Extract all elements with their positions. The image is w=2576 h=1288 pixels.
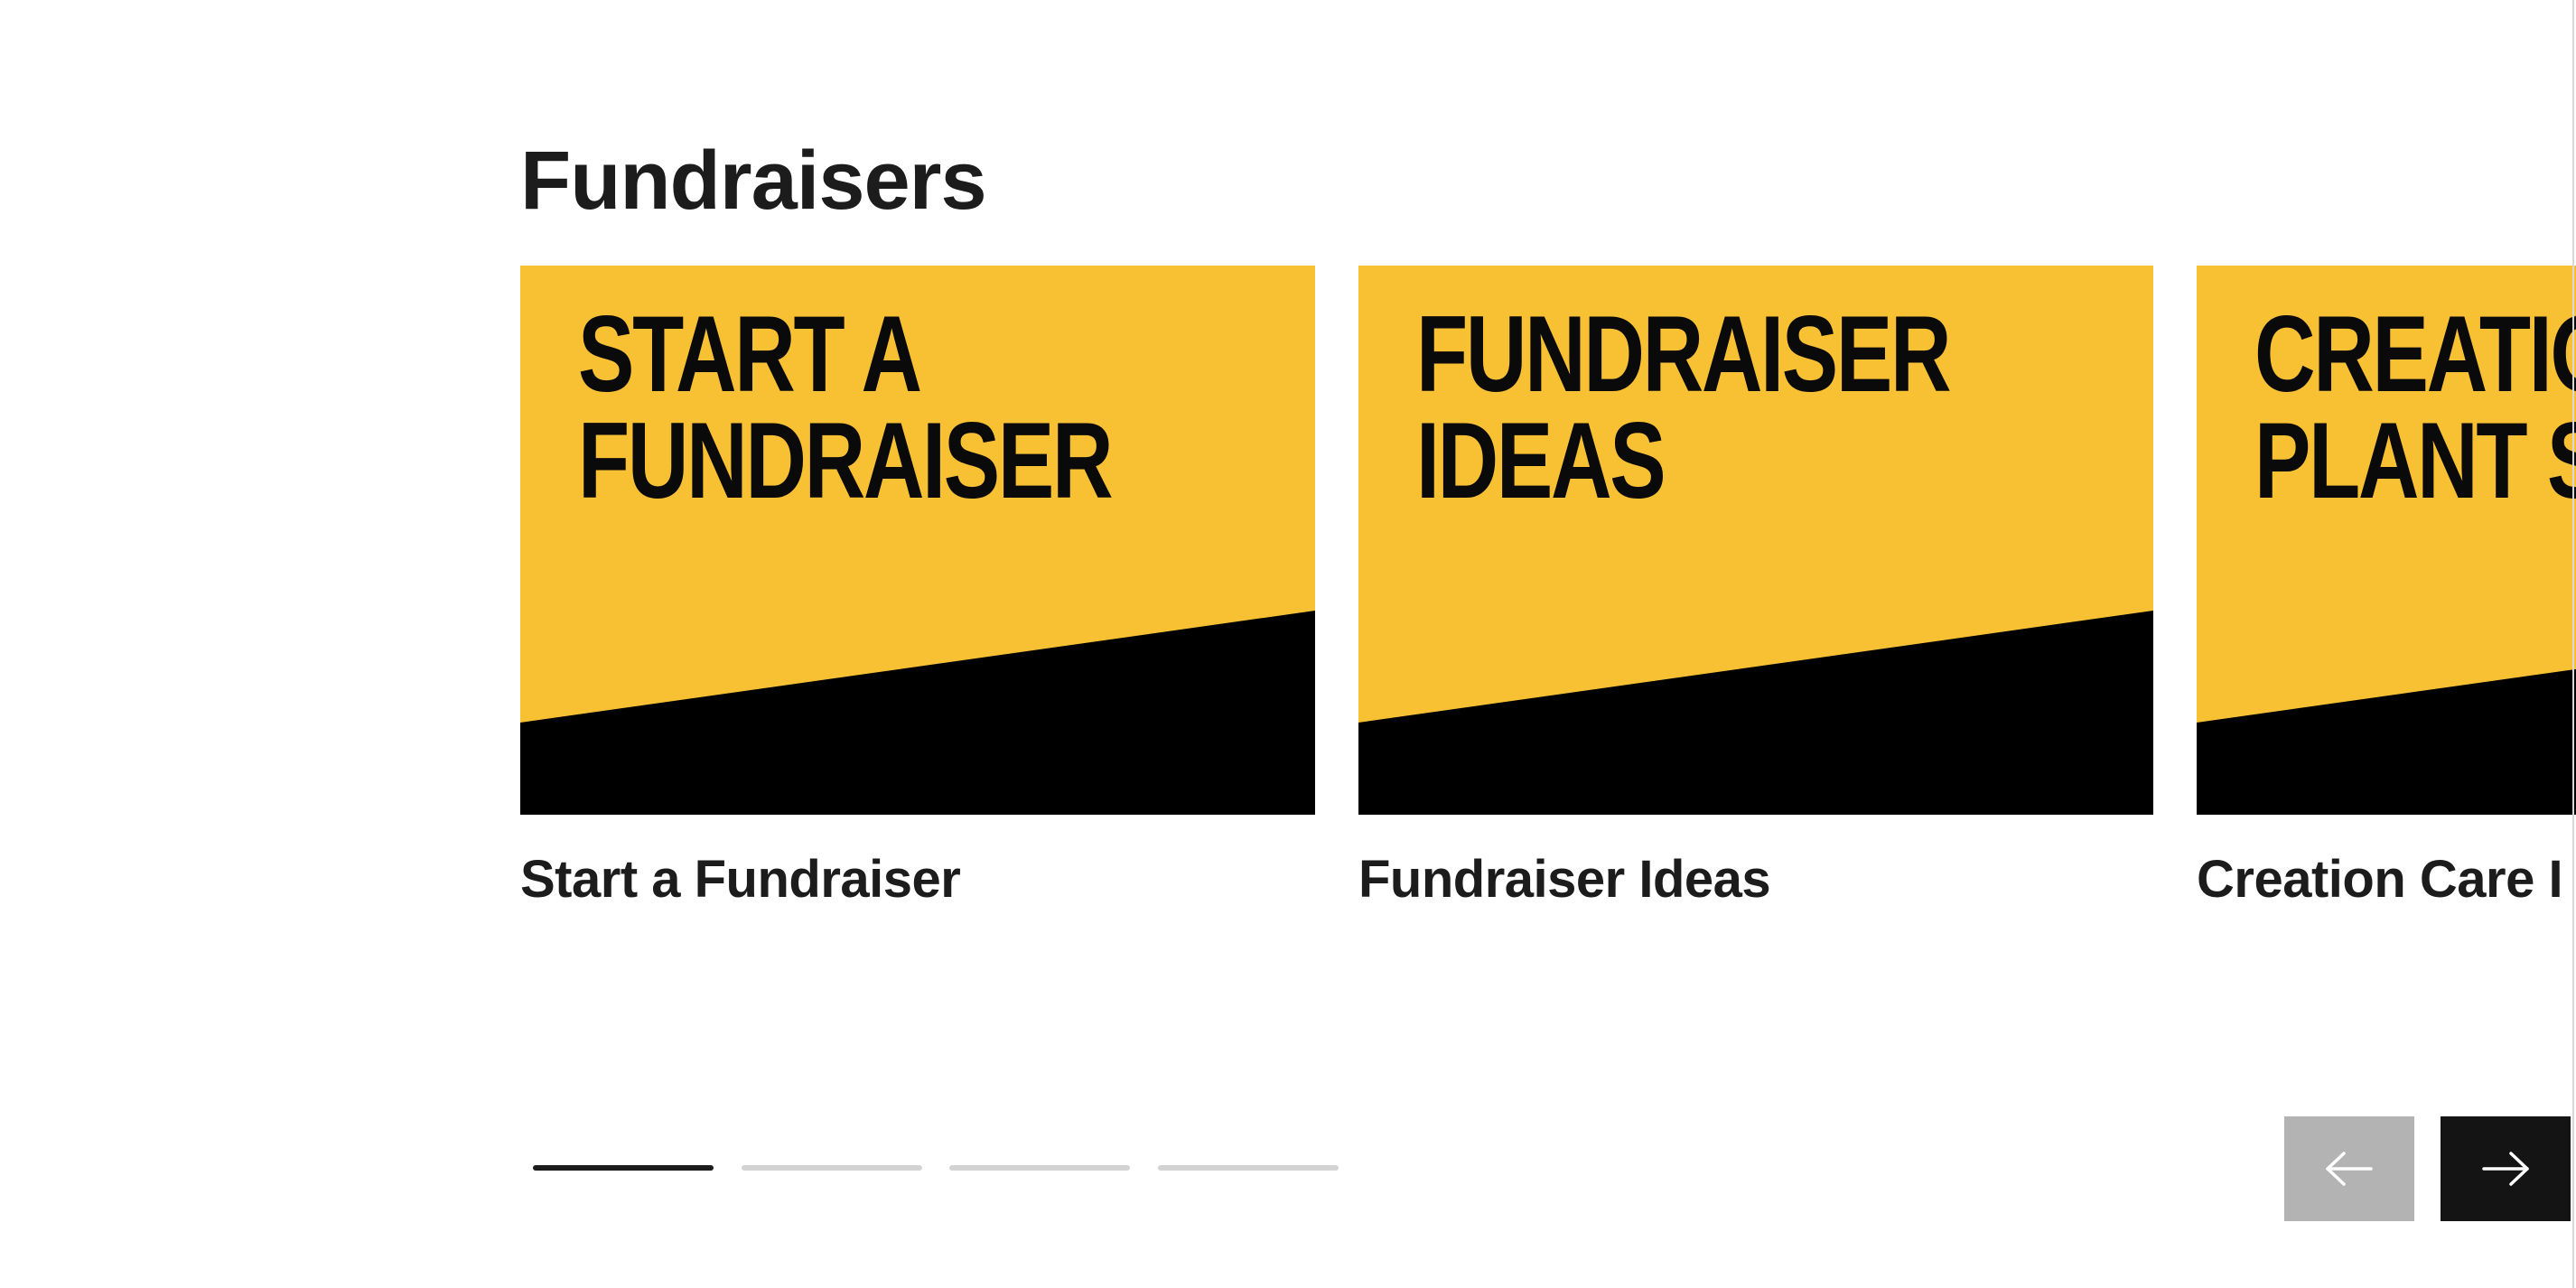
previous-button[interactable] xyxy=(2284,1116,2414,1221)
pagination-indicator-4[interactable] xyxy=(1158,1165,1339,1171)
card-title[interactable]: Fundraiser Ideas xyxy=(1358,849,2153,910)
card-image[interactable]: CREATIO PLANT S xyxy=(2197,266,2576,815)
card-start-a-fundraiser[interactable]: START A FUNDRAISER Start a Fundraiser xyxy=(520,266,1315,910)
pagination-indicator-1[interactable] xyxy=(533,1165,714,1171)
card-title[interactable]: Creation Care I xyxy=(2197,849,2576,910)
card-image-text: CREATIO PLANT S xyxy=(2254,294,2576,521)
arrow-right-icon xyxy=(2482,1152,2529,1186)
viewport-edge-divider xyxy=(2572,0,2574,1288)
arrow-left-icon xyxy=(2326,1152,2373,1186)
pagination-indicator-3[interactable] xyxy=(949,1165,1130,1171)
card-fundraiser-ideas[interactable]: FUNDRAISER IDEAS Fundraiser Ideas xyxy=(1358,266,2153,910)
pagination-indicator-2[interactable] xyxy=(742,1165,922,1171)
card-title[interactable]: Start a Fundraiser xyxy=(520,849,1315,910)
card-image-text: FUNDRAISER IDEAS xyxy=(1416,294,1952,521)
card-creation-care[interactable]: CREATIO PLANT S Creation Care I xyxy=(2197,266,2576,910)
fundraisers-carousel: START A FUNDRAISER Start a Fundraiser FU… xyxy=(520,266,2576,916)
card-image[interactable]: START A FUNDRAISER xyxy=(520,266,1315,815)
card-image[interactable]: FUNDRAISER IDEAS xyxy=(1358,266,2153,815)
next-button[interactable] xyxy=(2441,1116,2571,1221)
section-title: Fundraisers xyxy=(520,135,987,227)
card-image-text: START A FUNDRAISER xyxy=(578,294,1114,521)
